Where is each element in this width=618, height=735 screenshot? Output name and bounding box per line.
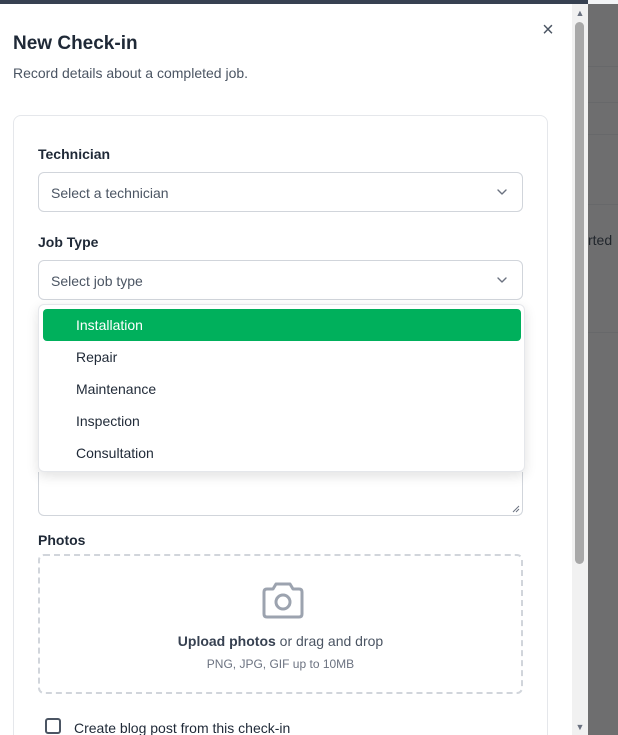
job-type-option-repair[interactable]: Repair [43,341,521,373]
technician-select[interactable]: Select a technician [38,172,523,212]
dialog-subtitle: Record details about a completed job. [13,65,249,81]
upload-file-hint: PNG, JPG, GIF up to 10MB [206,657,355,671]
job-type-option-installation[interactable]: Installation [43,309,521,341]
job-type-dropdown: Installation Repair Maintenance Inspecti… [38,304,525,472]
upload-rest-text: or drag and drop [275,633,384,649]
create-blog-post-label[interactable]: Create blog post from this check-in [74,720,290,735]
scroll-down-arrow-icon[interactable]: ▼ [574,722,586,734]
scrollbar-thumb[interactable] [575,22,584,564]
technician-select-placeholder: Select a technician [51,185,169,201]
upload-instructions: Upload photos or drag and drop [40,633,521,649]
option-label: Repair [76,349,118,365]
technician-label: Technician [38,146,111,162]
new-checkin-dialog: × New Check-in Record details about a co… [0,4,588,735]
job-type-option-consultation[interactable]: Consultation [43,437,521,469]
camera-icon [262,582,304,619]
resize-grip-icon[interactable] [512,505,520,513]
close-button[interactable]: × [538,20,558,40]
job-type-option-inspection[interactable]: Inspection [43,405,521,437]
chevron-down-icon [497,277,507,283]
modal-backdrop[interactable] [588,4,618,735]
job-type-label: Job Type [38,234,99,250]
photo-upload-dropzone[interactable]: Upload photos or drag and drop PNG, JPG,… [38,554,523,694]
scroll-up-arrow-icon[interactable]: ▲ [574,8,586,20]
dialog-title: New Check-in [13,33,138,54]
create-blog-post-checkbox[interactable] [45,718,61,734]
option-label: Installation [76,317,143,333]
option-label: Consultation [76,445,154,461]
upload-photos-link[interactable]: Upload photos [178,633,276,649]
photos-label: Photos [38,532,86,548]
job-type-option-maintenance[interactable]: Maintenance [43,373,521,405]
chevron-down-icon [497,189,507,195]
job-type-select-placeholder: Select job type [51,273,143,289]
notes-textarea[interactable] [38,472,523,516]
option-label: Inspection [76,413,140,429]
close-icon: × [542,19,554,41]
option-label: Maintenance [76,381,157,397]
job-type-select[interactable]: Select job type [38,260,523,300]
